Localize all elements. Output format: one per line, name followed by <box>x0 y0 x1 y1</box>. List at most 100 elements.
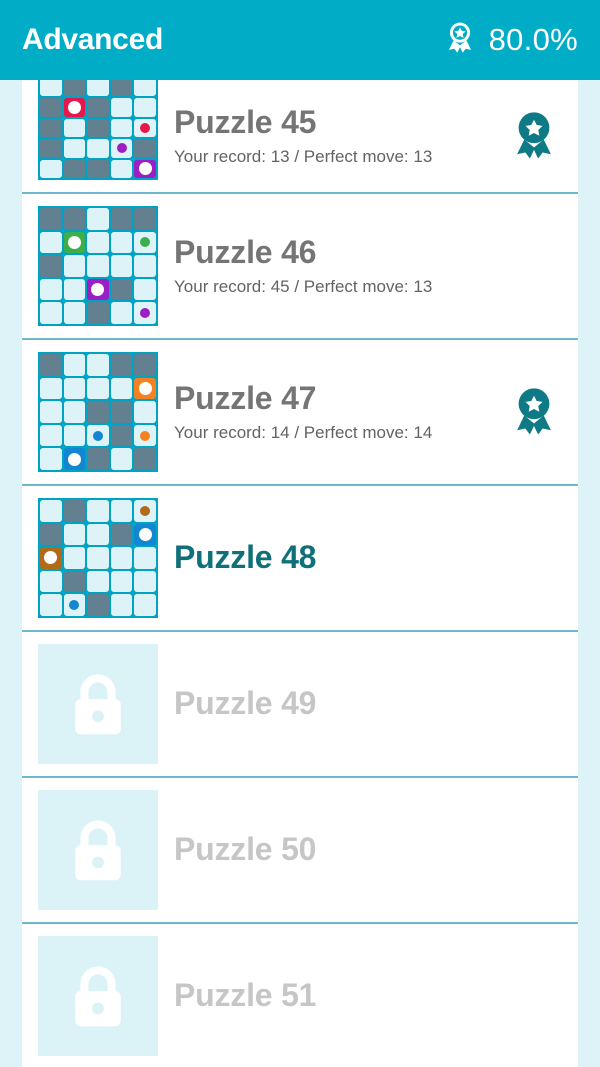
lock-icon <box>75 674 121 735</box>
grid-cell <box>63 159 86 178</box>
grid-cell <box>40 354 62 376</box>
grid-cell <box>134 594 156 616</box>
grid-cell <box>134 424 156 447</box>
puzzle-row-content: Puzzle 50 <box>22 778 578 922</box>
grid-cell <box>87 570 109 593</box>
puzzle-row[interactable]: Puzzle 45 Your record: 13 / Perfect move:… <box>22 80 578 192</box>
puzzle-record-text: Your record: 45 / Perfect move: 13 <box>174 277 433 297</box>
puzzle-text-block: Puzzle 46 Your record: 45 / Perfect move:… <box>158 234 504 298</box>
puzzle-title: Puzzle 48 <box>174 539 317 576</box>
target-dot <box>92 430 103 441</box>
page-title: Advanced <box>22 23 163 56</box>
puzzle-row-content: Puzzle 48 <box>22 486 578 630</box>
piece-dot <box>138 381 152 395</box>
puzzle-row-content: Puzzle 49 <box>22 632 578 776</box>
grid-cell <box>134 98 156 117</box>
puzzle-row[interactable]: Puzzle 50 <box>22 776 578 922</box>
grid-cell <box>63 594 86 616</box>
grid-cell <box>87 255 109 277</box>
grid-cell <box>87 424 109 447</box>
grid-cell <box>87 278 109 301</box>
grid-cell <box>63 208 86 230</box>
grid-cell <box>40 547 62 569</box>
puzzle-text-block: Puzzle 49 <box>158 685 504 722</box>
grid-cell <box>110 401 133 423</box>
grid-cell <box>87 208 109 230</box>
completion-percent: 80.0% <box>488 22 578 57</box>
grid-cell <box>63 377 86 400</box>
grid-cell <box>134 159 156 178</box>
grid-cell <box>40 278 62 301</box>
grid-cell <box>87 401 109 423</box>
grid-cell <box>134 570 156 593</box>
grid-cell <box>87 139 109 158</box>
puzzle-record-text: Your record: 13 / Perfect move: 13 <box>174 147 433 167</box>
grid-cell <box>110 159 133 178</box>
grid-cell <box>87 80 109 97</box>
grid-cell <box>87 159 109 178</box>
grid-cell <box>40 302 62 324</box>
puzzle-row-content: Puzzle 51 <box>22 924 578 1067</box>
puzzle-list[interactable]: Puzzle 45 Your record: 13 / Perfect move:… <box>0 80 600 1067</box>
grid-cell <box>110 570 133 593</box>
puzzle-title: Puzzle 51 <box>174 977 317 1014</box>
grid-cell <box>110 208 133 230</box>
grid-cell <box>40 159 62 178</box>
grid-cell <box>87 377 109 400</box>
grid-cell <box>63 401 86 423</box>
puzzle-row[interactable]: Puzzle 46 Your record: 45 / Perfect move:… <box>22 192 578 338</box>
puzzle-row[interactable]: Puzzle 48 <box>22 484 578 630</box>
grid-cell <box>63 302 86 324</box>
grid-cell <box>40 424 62 447</box>
grid-cell <box>134 500 156 522</box>
grid-cell <box>87 98 109 117</box>
puzzle-row-content: Puzzle 47 Your record: 14 / Perfect move:… <box>22 340 578 484</box>
grid-cell <box>40 231 62 254</box>
piece-dot <box>67 101 81 115</box>
locked-thumbnail <box>38 644 158 764</box>
grid-cell <box>40 118 62 138</box>
grid-cell <box>63 278 86 301</box>
grid-cell <box>110 500 133 522</box>
puzzle-row[interactable]: Puzzle 47 Your record: 14 / Perfect move:… <box>22 338 578 484</box>
puzzle-thumbnail <box>38 352 158 472</box>
grid-cell <box>134 377 156 400</box>
piece-dot <box>91 283 105 297</box>
grid-cell <box>134 118 156 138</box>
grid-cell <box>110 448 133 470</box>
grid-cell <box>63 547 86 569</box>
puzzle-row[interactable]: Puzzle 51 <box>22 922 578 1067</box>
grid-cell <box>63 424 86 447</box>
piece-dot <box>44 551 58 565</box>
grid-cell <box>40 139 62 158</box>
medal-ribbon-icon <box>517 388 551 435</box>
grid-cell <box>63 118 86 138</box>
grid-cell <box>134 80 156 97</box>
grid-cell <box>134 231 156 254</box>
puzzle-title: Puzzle 49 <box>174 685 317 722</box>
puzzle-thumbnail <box>38 80 158 180</box>
locked-thumbnail <box>38 790 158 910</box>
grid-cell <box>40 255 62 277</box>
lock-icon <box>75 966 121 1027</box>
grid-cell <box>87 500 109 522</box>
grid-cell <box>134 547 156 569</box>
grid-cell <box>110 302 133 324</box>
puzzle-title: Puzzle 45 <box>174 103 317 140</box>
target-dot <box>140 122 151 133</box>
grid-cell <box>110 118 133 138</box>
grid-cell <box>110 547 133 569</box>
grid-cell <box>40 523 62 546</box>
grid-cell <box>63 80 86 97</box>
puzzle-row[interactable]: Puzzle 49 <box>22 630 578 776</box>
grid-cell <box>40 448 62 470</box>
progress-indicator: 80.0% <box>443 21 578 60</box>
grid-cell <box>40 98 62 117</box>
grid-cell <box>63 570 86 593</box>
grid-cell <box>87 118 109 138</box>
target-dot <box>140 430 151 441</box>
target-dot <box>140 237 151 248</box>
grid-cell <box>40 401 62 423</box>
grid-cell <box>87 594 109 616</box>
grid-cell <box>63 448 86 470</box>
